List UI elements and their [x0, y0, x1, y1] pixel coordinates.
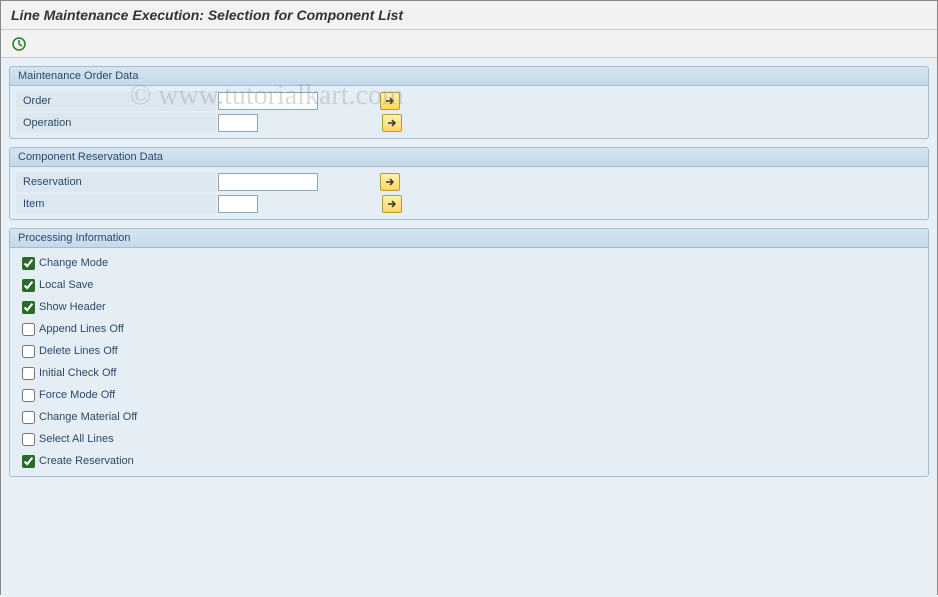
operation-selopt-button[interactable]	[382, 114, 402, 132]
order-label: Order	[16, 91, 216, 111]
change-mat-off-checkbox[interactable]	[22, 411, 35, 424]
toolbar	[1, 30, 937, 58]
check-row-local-save: Local Save	[16, 274, 922, 296]
clock-execute-icon	[11, 36, 27, 52]
check-row-initial-off: Initial Check Off	[16, 362, 922, 384]
execute-button[interactable]	[9, 34, 29, 54]
operation-input[interactable]	[218, 114, 258, 132]
change-mode-label: Change Mode	[39, 257, 108, 269]
check-row-append-off: Append Lines Off	[16, 318, 922, 340]
change-mat-off-label: Change Material Off	[39, 411, 137, 423]
reservation-label: Reservation	[16, 172, 216, 192]
force-off-label: Force Mode Off	[39, 389, 115, 401]
group-header-processing: Processing Information	[10, 229, 928, 248]
item-label: Item	[16, 194, 216, 214]
check-row-create-res: Create Reservation	[16, 450, 922, 472]
show-header-checkbox[interactable]	[22, 301, 35, 314]
create-res-label: Create Reservation	[39, 455, 134, 467]
content-area: © www.tutorialkart.com Maintenance Order…	[1, 58, 937, 597]
group-component-reservation: Component Reservation Data Reservation I…	[9, 147, 929, 220]
item-selopt-button[interactable]	[382, 195, 402, 213]
page-title: Line Maintenance Execution: Selection fo…	[1, 1, 937, 30]
append-off-label: Append Lines Off	[39, 323, 124, 335]
select-all-checkbox[interactable]	[22, 433, 35, 446]
group-header-reservation: Component Reservation Data	[10, 148, 928, 167]
local-save-checkbox[interactable]	[22, 279, 35, 292]
arrow-right-icon	[387, 199, 397, 209]
field-row-item: Item	[16, 193, 922, 215]
delete-off-checkbox[interactable]	[22, 345, 35, 358]
append-off-checkbox[interactable]	[22, 323, 35, 336]
delete-off-label: Delete Lines Off	[39, 345, 118, 357]
item-input[interactable]	[218, 195, 258, 213]
reservation-input[interactable]	[218, 173, 318, 191]
arrow-right-icon	[387, 118, 397, 128]
create-res-checkbox[interactable]	[22, 455, 35, 468]
group-maintenance-order: Maintenance Order Data Order Operation	[9, 66, 929, 139]
group-processing: Processing Information Change Mode Local…	[9, 228, 929, 477]
arrow-right-icon	[385, 177, 395, 187]
reservation-selopt-button[interactable]	[380, 173, 400, 191]
field-row-order: Order	[16, 90, 922, 112]
force-off-checkbox[interactable]	[22, 389, 35, 402]
change-mode-checkbox[interactable]	[22, 257, 35, 270]
order-input[interactable]	[218, 92, 318, 110]
select-all-label: Select All Lines	[39, 433, 114, 445]
field-row-reservation: Reservation	[16, 171, 922, 193]
check-row-show-header: Show Header	[16, 296, 922, 318]
check-row-delete-off: Delete Lines Off	[16, 340, 922, 362]
check-row-change-mode: Change Mode	[16, 252, 922, 274]
arrow-right-icon	[385, 96, 395, 106]
check-row-change-mat-off: Change Material Off	[16, 406, 922, 428]
local-save-label: Local Save	[39, 279, 93, 291]
field-row-operation: Operation	[16, 112, 922, 134]
check-row-force-off: Force Mode Off	[16, 384, 922, 406]
check-row-select-all: Select All Lines	[16, 428, 922, 450]
initial-off-checkbox[interactable]	[22, 367, 35, 380]
order-selopt-button[interactable]	[380, 92, 400, 110]
show-header-label: Show Header	[39, 301, 106, 313]
initial-off-label: Initial Check Off	[39, 367, 116, 379]
operation-label: Operation	[16, 113, 216, 133]
group-header-order: Maintenance Order Data	[10, 67, 928, 86]
